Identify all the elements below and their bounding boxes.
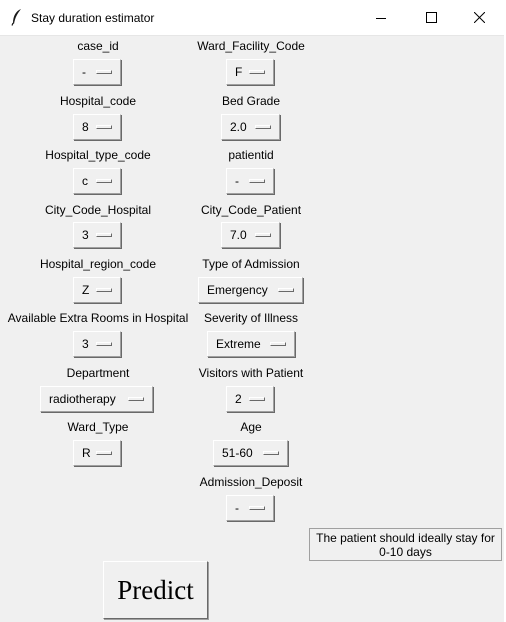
visitors-with-patient-select[interactable]: 2 <box>226 386 274 412</box>
option-menu-indicator-icon <box>255 233 271 237</box>
title-bar: Stay duration estimator <box>0 0 506 36</box>
severity-of-illness-select[interactable]: Extreme <box>207 331 295 357</box>
option-menu-indicator-icon <box>96 288 112 292</box>
label-ward-type: Ward_Type <box>67 420 129 434</box>
type-of-admission-value: Emergency <box>207 283 268 297</box>
label-visitors-with-patient: Visitors with Patient <box>198 366 304 380</box>
hospital-region-code-value: Z <box>82 283 90 297</box>
option-menu-indicator-icon <box>96 342 112 346</box>
minimize-button[interactable] <box>358 0 404 35</box>
option-menu-indicator-icon <box>255 125 271 129</box>
feather-icon <box>11 9 21 26</box>
ward-facility-code-value: F <box>235 65 243 79</box>
option-menu-indicator-icon <box>249 179 265 183</box>
close-button[interactable] <box>456 0 502 35</box>
city-code-hospital-select[interactable]: 3 <box>73 222 121 248</box>
patientid-value: - <box>235 174 239 188</box>
hospital-region-code-select[interactable]: Z <box>73 277 121 303</box>
ward-type-value: R <box>82 446 91 460</box>
option-menu-indicator-icon <box>278 288 294 292</box>
option-menu-indicator-icon <box>96 125 112 129</box>
option-menu-indicator-icon <box>96 233 112 237</box>
city-code-hospital-value: 3 <box>82 228 89 242</box>
option-menu-indicator-icon <box>96 70 112 74</box>
severity-of-illness-value: Extreme <box>216 337 261 351</box>
option-menu-indicator-icon <box>270 342 286 346</box>
window-title: Stay duration estimator <box>31 11 155 25</box>
prediction-result-line1: The patient should ideally stay for <box>316 531 495 545</box>
hospital-type-code-value: c <box>82 174 88 188</box>
label-hospital-region-code: Hospital_region_code <box>39 257 157 271</box>
age-value: 51-60 <box>222 446 253 460</box>
option-menu-indicator-icon <box>249 397 265 401</box>
maximize-button[interactable] <box>408 0 454 35</box>
label-city-code-patient: City_Code_Patient <box>200 203 302 217</box>
label-age: Age <box>240 420 262 434</box>
city-code-patient-select[interactable]: 7.0 <box>221 222 280 248</box>
label-patientid: patientid <box>228 148 274 162</box>
predict-button[interactable]: Predict <box>103 561 208 619</box>
label-bed-grade: Bed Grade <box>221 94 281 108</box>
label-city-code-hospital: City_Code_Hospital <box>44 203 152 217</box>
label-ward-facility-code: Ward_Facility_Code <box>197 39 305 53</box>
label-type-of-admission: Type of Admission <box>202 257 300 271</box>
label-hospital-code: Hospital_code <box>59 94 137 108</box>
label-department: Department <box>66 366 130 380</box>
label-available-extra-rooms: Available Extra Rooms in Hospital <box>7 311 189 325</box>
prediction-result: The patient should ideally stay for 0-10… <box>309 528 502 561</box>
patientid-select[interactable]: - <box>226 168 274 194</box>
ward-type-select[interactable]: R <box>73 440 121 466</box>
label-hospital-type-code: Hospital_type_code <box>45 148 151 162</box>
admission-deposit-value: - <box>235 501 239 515</box>
close-icon <box>473 12 485 23</box>
option-menu-indicator-icon <box>96 179 112 183</box>
case-id-select[interactable]: - <box>73 59 121 85</box>
visitors-with-patient-value: 2 <box>235 392 242 406</box>
option-menu-indicator-icon <box>128 397 144 401</box>
city-code-patient-value: 7.0 <box>230 228 247 242</box>
case-id-value: - <box>82 65 86 79</box>
prediction-result-line2: 0-10 days <box>379 545 432 559</box>
label-admission-deposit: Admission_Deposit <box>199 475 303 489</box>
department-select[interactable]: radiotherapy <box>40 386 153 412</box>
available-extra-rooms-value: 3 <box>82 337 89 351</box>
minimize-icon <box>376 17 386 19</box>
maximize-icon <box>425 12 437 23</box>
admission-deposit-select[interactable]: - <box>226 495 274 521</box>
option-menu-indicator-icon <box>96 451 112 455</box>
available-extra-rooms-select[interactable]: 3 <box>73 331 121 357</box>
bed-grade-select[interactable]: 2.0 <box>221 114 280 140</box>
type-of-admission-select[interactable]: Emergency <box>198 277 303 303</box>
hospital-code-value: 8 <box>82 120 89 134</box>
hospital-code-select[interactable]: 8 <box>73 114 121 140</box>
option-menu-indicator-icon <box>249 506 265 510</box>
label-case-id: case_id <box>77 39 119 53</box>
option-menu-indicator-icon <box>263 451 279 455</box>
bed-grade-value: 2.0 <box>230 120 247 134</box>
option-menu-indicator-icon <box>249 70 265 74</box>
department-value: radiotherapy <box>49 392 116 406</box>
label-severity-of-illness: Severity of Illness <box>203 311 299 325</box>
age-select[interactable]: 51-60 <box>213 440 288 466</box>
ward-facility-code-select[interactable]: F <box>226 59 274 85</box>
hospital-type-code-select[interactable]: c <box>73 168 121 194</box>
